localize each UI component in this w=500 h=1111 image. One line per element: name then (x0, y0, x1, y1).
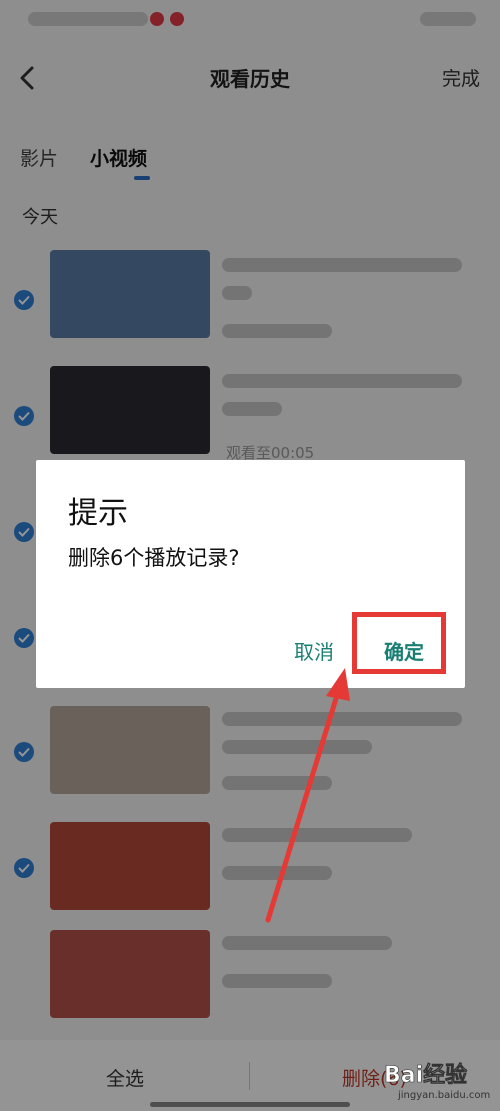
baidu-paw-logo-icon: Bai经验 (384, 1062, 468, 1089)
watermark-url: jingyan.baidu.com (398, 1090, 491, 1101)
annotation-highlight-box (352, 612, 446, 674)
dialog-title: 提示 (68, 496, 128, 531)
svg-text:Bai经验: Bai经验 (384, 1062, 467, 1088)
baidu-jingyan-watermark: Bai经验 jingyan.baidu.com (382, 1052, 500, 1111)
dialog-message: 删除6个播放记录? (68, 546, 240, 570)
cancel-button[interactable]: 取消 (294, 636, 334, 665)
